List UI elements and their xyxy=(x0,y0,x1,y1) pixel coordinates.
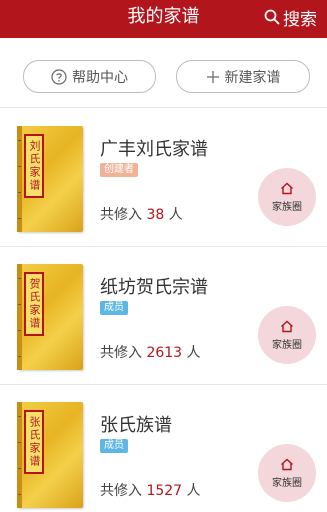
genealogy-book-cover: 张氏家谱 xyxy=(17,402,83,508)
family-circle-label: 家族圈 xyxy=(272,201,302,213)
search-label: 搜索 xyxy=(283,9,317,30)
search-icon xyxy=(264,9,280,25)
role-badge: 创建者 xyxy=(100,163,138,177)
role-badge: 成员 xyxy=(100,439,128,453)
genealogy-book-cover: 刘氏家谱 xyxy=(17,126,83,232)
create-genealogy-button[interactable]: 新建家谱 xyxy=(176,60,310,93)
plus-icon xyxy=(206,70,220,84)
family-circle-button[interactable]: 家族圈 xyxy=(258,168,316,226)
create-genealogy-label: 新建家谱 xyxy=(224,69,281,86)
home-icon xyxy=(281,458,293,470)
family-circle-button[interactable]: 家族圈 xyxy=(258,306,316,364)
search-button[interactable]: 搜索 xyxy=(264,0,317,34)
genealogy-name: 广丰刘氏家谱 xyxy=(100,139,208,160)
book-title: 贺氏家谱 xyxy=(28,278,41,330)
genealogy-card[interactable]: 张氏家谱 张氏族谱 成员 共修入 1527 人 家族圈 xyxy=(0,385,327,512)
family-circle-label: 家族圈 xyxy=(272,477,302,489)
genealogy-book-cover: 贺氏家谱 xyxy=(17,264,83,370)
genealogy-card[interactable]: 刘氏家谱 广丰刘氏家谱 创建者 共修入 38 人 家族圈 xyxy=(0,109,327,247)
home-icon xyxy=(281,320,293,332)
member-count: 共修入 1527 人 xyxy=(100,483,201,499)
app-header: 我的家谱 搜索 xyxy=(0,0,327,38)
book-title: 刘氏家谱 xyxy=(28,140,41,192)
question-circle-icon xyxy=(51,68,67,85)
action-bar: 帮助中心 新建家谱 xyxy=(0,38,327,108)
family-circle-label: 家族圈 xyxy=(272,339,302,351)
member-count: 共修入 2613 人 xyxy=(100,345,201,361)
member-count: 共修入 38 人 xyxy=(100,207,183,223)
genealogy-name: 纸坊贺氏宗谱 xyxy=(100,277,208,298)
role-badge: 成员 xyxy=(100,301,128,315)
help-center-button[interactable]: 帮助中心 xyxy=(23,60,156,93)
genealogy-card[interactable]: 贺氏家谱 纸坊贺氏宗谱 成员 共修入 2613 人 家族圈 xyxy=(0,247,327,385)
family-circle-button[interactable]: 家族圈 xyxy=(258,444,316,502)
home-icon xyxy=(281,182,293,194)
help-center-label: 帮助中心 xyxy=(72,69,128,86)
book-title: 张氏家谱 xyxy=(28,416,41,468)
genealogy-name: 张氏族谱 xyxy=(100,415,172,436)
